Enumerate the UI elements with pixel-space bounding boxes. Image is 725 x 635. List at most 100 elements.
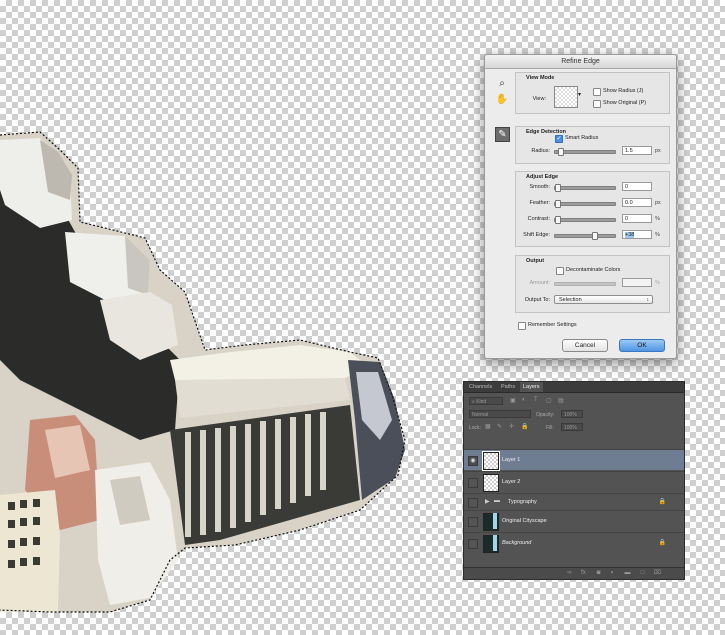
opacity-label: Opacity: <box>536 412 555 418</box>
layers-panel: Channels Paths Layers ⌕ Kind ▣ ◐ T ▢ ▤ N… <box>463 381 685 580</box>
zoom-icon[interactable]: ⌕ <box>495 77 509 91</box>
layer-row-original-cityscape[interactable]: Original Cityscape <box>464 510 684 531</box>
show-original-checkbox[interactable] <box>593 100 601 108</box>
radius-unit: px <box>655 148 661 154</box>
shift-edge-slider[interactable] <box>554 232 616 240</box>
filter-adjustment-icon[interactable]: ◐ <box>522 397 526 403</box>
radius-slider[interactable] <box>554 148 616 156</box>
layer-row-background[interactable]: Background 🔒 <box>464 532 684 553</box>
layer-thumbnail <box>482 451 500 471</box>
lock-all-icon[interactable]: 🔒 <box>521 423 528 430</box>
visibility-eye-icon[interactable]: ◉ <box>468 456 478 466</box>
visibility-toggle[interactable] <box>468 498 478 508</box>
add-mask-icon[interactable]: ◙ <box>595 570 602 576</box>
filter-pixel-icon[interactable]: ▣ <box>510 397 516 404</box>
filter-type-icon[interactable]: T <box>534 397 538 403</box>
output-to-label: Output To: <box>524 297 550 303</box>
refine-radius-brush-icon[interactable]: ✎ <box>495 127 510 142</box>
folder-icon: ▬ <box>494 498 500 504</box>
cancel-button[interactable]: Cancel <box>562 339 608 352</box>
output-title: Output <box>526 258 545 264</box>
smooth-label: Smooth: <box>529 184 550 190</box>
visibility-toggle[interactable] <box>468 539 478 549</box>
lock-transparent-icon[interactable]: ▦ <box>485 423 491 430</box>
lock-position-icon[interactable]: ✛ <box>509 423 514 430</box>
delete-layer-icon[interactable]: ⌧ <box>654 570 661 576</box>
feather-input[interactable]: 0.0 <box>622 198 652 207</box>
output-group: Output Decontaminate Colors Amount: % Ou… <box>515 255 670 313</box>
visibility-toggle[interactable] <box>468 517 478 527</box>
view-mode-title: View Mode <box>526 75 555 81</box>
feather-slider[interactable] <box>554 200 616 208</box>
show-original-label: Show Original (P) <box>603 100 647 106</box>
new-layer-icon[interactable]: □ <box>639 570 646 576</box>
feather-label: Feather: <box>529 200 550 206</box>
radius-label: Radius: <box>531 148 550 154</box>
refine-edge-dialog: Refine Edge ⌕ ✋ ✎ View Mode View: ▾ Show… <box>484 54 677 359</box>
opacity-input[interactable]: 100% <box>561 410 583 418</box>
new-adjustment-icon[interactable]: ◐ <box>609 570 616 576</box>
show-radius-checkbox[interactable] <box>593 88 601 96</box>
layers-footer: ∞ fx ◙ ◐ ▬ □ ⌧ <box>464 567 684 579</box>
blend-row: Normal Opacity: 100% <box>464 408 684 420</box>
lock-label: Lock: <box>469 425 481 431</box>
smooth-slider[interactable] <box>554 184 616 192</box>
tab-paths[interactable]: Paths <box>498 382 518 392</box>
smooth-input[interactable]: 0 <box>622 182 652 191</box>
smart-radius-checkbox[interactable]: ✓ <box>555 135 563 143</box>
filter-shape-icon[interactable]: ▢ <box>546 397 552 404</box>
layer-row-layer-2[interactable]: Layer 2 <box>464 471 684 492</box>
shift-edge-unit: % <box>655 232 660 238</box>
layer-style-icon[interactable]: fx <box>580 570 587 576</box>
lock-image-icon[interactable]: ✎ <box>497 423 502 430</box>
decontaminate-colors-label: Decontaminate Colors <box>566 267 621 273</box>
dialog-title: Refine Edge <box>485 55 676 69</box>
new-group-icon[interactable]: ▬ <box>624 570 631 576</box>
feather-slider-knob[interactable] <box>555 200 561 208</box>
layer-row-layer-1[interactable]: ◉ Layer 1 <box>464 449 684 471</box>
amount-input <box>622 278 652 287</box>
layer-name: Original Cityscape <box>502 518 547 524</box>
expand-arrow-icon[interactable]: ▶ <box>485 498 490 505</box>
ok-button[interactable]: OK <box>619 339 665 352</box>
link-layers-icon[interactable]: ∞ <box>566 570 573 576</box>
tab-layers[interactable]: Layers <box>520 382 543 392</box>
smart-radius-label: Smart Radius <box>565 135 599 141</box>
radius-input[interactable]: 1.5 <box>622 146 652 155</box>
shift-edge-slider-knob[interactable] <box>592 232 598 240</box>
layer-name: Layer 1 <box>502 457 521 463</box>
feather-unit: px <box>655 200 661 206</box>
layer-mask-thumbnail <box>493 513 497 529</box>
hand-icon[interactable]: ✋ <box>495 93 509 107</box>
visibility-toggle[interactable] <box>468 478 478 488</box>
filter-smart-object-icon[interactable]: ▤ <box>558 397 564 404</box>
edge-detection-group: Edge Detection ✓ Smart Radius Radius: 1.… <box>515 126 670 164</box>
contrast-label: Contrast: <box>527 216 550 222</box>
lock-icon: 🔒 <box>658 499 666 505</box>
smooth-slider-knob[interactable] <box>555 184 561 192</box>
panel-tabs: Channels Paths Layers <box>464 382 684 393</box>
radius-slider-knob[interactable] <box>558 148 564 156</box>
contrast-slider[interactable] <box>554 216 616 224</box>
filter-kind-select[interactable]: ⌕ Kind <box>469 397 503 405</box>
amount-unit: % <box>655 280 660 286</box>
output-to-select[interactable]: Selection ↕ <box>554 295 653 304</box>
view-mode-thumbnail[interactable] <box>554 86 578 108</box>
contrast-input[interactable]: 0 <box>622 214 652 223</box>
layer-mask-thumbnail <box>493 535 497 551</box>
contrast-slider-knob[interactable] <box>555 216 561 224</box>
fill-input[interactable]: 100% <box>561 423 583 431</box>
output-to-value: Selection <box>559 297 582 303</box>
decontaminate-colors-checkbox[interactable] <box>556 267 564 275</box>
layer-thumbnail <box>483 474 499 492</box>
shift-edge-input[interactable]: +38 <box>622 230 652 239</box>
view-dropdown-arrow-icon[interactable]: ▾ <box>578 91 581 98</box>
layer-name: Background <box>502 540 532 546</box>
layer-row-typography[interactable]: ▶ ▬ Typography 🔒 <box>464 493 684 510</box>
view-label: View: <box>532 96 546 102</box>
cityscape-image <box>0 131 406 613</box>
remember-settings-checkbox[interactable] <box>518 322 526 330</box>
tab-channels[interactable]: Channels <box>466 382 495 392</box>
blend-mode-select[interactable]: Normal <box>469 410 531 418</box>
show-radius-label: Show Radius (J) <box>603 88 644 94</box>
